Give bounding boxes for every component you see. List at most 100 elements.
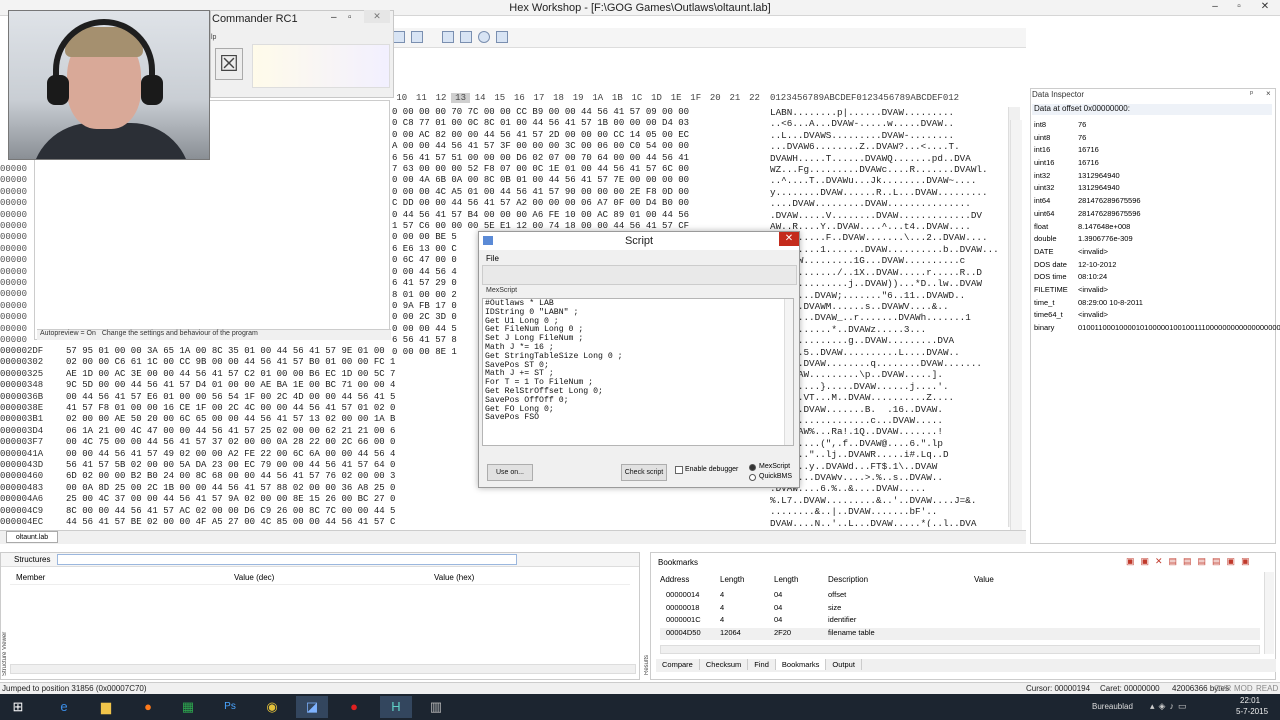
ascii-row[interactable]: ..DVAW.........1G...DVAW..........c [770,255,1006,266]
bookmark-row[interactable]: 00004D50 12064 2F20 filename table [660,627,1260,641]
results-tab[interactable]: Find [748,659,776,670]
hex-row[interactable]: 7 63 00 00 00 52 F8 07 00 0C 1E 01 00 44… [392,164,768,175]
inspector-row[interactable]: uint32 1312964940 [1034,183,1274,196]
inspector-row[interactable]: DOS time 08:10:24 [1034,272,1274,285]
record-icon[interactable]: ● [338,696,370,718]
toolbar-icon[interactable] [393,31,405,43]
inspector-row[interactable]: DOS date 12-10-2012 [1034,260,1274,273]
hex-row[interactable]: 44 56 41 57 BE 02 00 00 4F A5 27 00 4C 8… [66,517,480,526]
bookmark-row[interactable]: 0000001C 4 04 identifier [660,615,1260,628]
hex-row[interactable]: 0 00 00 00 70 7C 00 00 CC B9 00 00 44 56… [392,107,768,118]
hex-row[interactable]: 41 57 F8 01 00 00 16 CE 1F 00 2C 4C 00 0… [66,403,480,414]
ascii-row[interactable]: ....z...DVAW;......."6..11..DVAWD.. [770,290,1006,301]
inspector-row[interactable]: float 8.147648e+008 [1034,222,1274,235]
hex-workshop-task-icon[interactable]: H [380,696,412,718]
ascii-row[interactable]: ..^....T..DVAWu...Jk........DVAW~.... [770,175,1006,186]
hex-row[interactable]: 06 1A 21 00 4C 47 00 00 44 56 41 57 25 0… [66,426,480,437]
ascii-row[interactable]: ......DVAW........q........DVAW....... [770,358,1006,369]
structure-select[interactable] [57,554,517,565]
bookmark-row[interactable]: 00000018 4 04 size [660,603,1260,616]
mexscript-radio[interactable] [749,464,756,471]
inspector-row[interactable]: time64_t <invalid> [1034,310,1274,323]
ascii-row[interactable]: W:e...5..DVAW..........L....DVAW.. [770,347,1006,358]
inspector-row[interactable]: int8 76 [1034,120,1274,133]
column-member[interactable]: Member [16,573,45,582]
ascii-row[interactable]: AW.......}.....DVAW......j....'. [770,381,1006,392]
hex-row[interactable]: 8C 00 00 44 56 41 57 AC 02 00 00 D6 C9 2… [66,506,480,517]
hex-row[interactable]: 0 00 AC 82 00 00 44 56 41 57 2D 00 00 00… [392,130,768,141]
inspector-row[interactable]: time_t 08:29:00 10-8-2011 [1034,298,1274,311]
hex-row[interactable]: 00 00 44 56 41 57 49 02 00 00 A2 FE 22 0… [66,449,480,460]
ascii-row[interactable]: .DVAW......./..1X..DVAW.....r.....R..D [770,267,1006,278]
close-icon[interactable]: × [1266,89,1271,98]
hex-row[interactable]: 57 95 01 00 00 3A 65 1A 00 8C 35 01 00 4… [66,346,480,357]
commander-maximize-button[interactable]: ▫ [348,12,352,23]
hex-row[interactable]: 0 44 56 41 57 B4 00 00 00 A6 FE 10 00 AC… [392,210,768,221]
ascii-row[interactable]: DVAWH.....T......DVAWQ.......pd..DVA [770,153,1006,164]
bm-col-address[interactable]: Address [660,575,689,584]
ascii-row[interactable]: ..Z.#..y..DVAWd...FT$.1\..DVAW [770,461,1006,472]
ascii-row[interactable]: ......DVAWM......s..DVAWV....&.. [770,301,1006,312]
hex-row[interactable]: 00 44 56 41 57 E6 01 00 00 56 54 1F 00 2… [66,392,480,403]
minimize-button[interactable]: – [1204,1,1226,14]
ascii-row[interactable]: ......VT...M..DVAW..........Z.... [770,392,1006,403]
photoshop-icon[interactable]: Ps [214,696,246,718]
inspector-scrollbar[interactable] [1010,120,1022,530]
commander-close-x-icon[interactable]: ☒ [215,48,243,80]
ascii-row[interactable]: WZ...Fg.........DVAWc....R.......DVAWl. [770,164,1006,175]
commander-menu[interactable]: lp [211,34,216,41]
ascii-row[interactable]: y........DVAW......R..L...DVAW......... [770,187,1006,198]
ascii-row[interactable]: .DVAW.....V........DVAW.............DV [770,210,1006,221]
hex-row[interactable]: 00 4C 75 00 00 44 56 41 57 37 02 00 00 0… [66,437,480,448]
ascii-row[interactable]: ........&..|..DVAW.......bF'.. [770,506,1006,517]
enable-debugger-checkbox[interactable] [675,466,683,474]
results-tab[interactable]: Compare [656,659,700,670]
script-close-button[interactable]: ✕ [779,232,799,246]
quickbms-radio[interactable] [749,474,756,481]
ascii-row[interactable]: DVAW7....(",.f..DVAW@....6.".lp [770,438,1006,449]
hex-row[interactable]: 6 56 41 57 51 00 00 00 D6 02 07 00 70 64… [392,153,768,164]
excel-icon[interactable]: ▦ [172,696,204,718]
hex-row[interactable]: 02 00 00 AE 50 20 00 6C 65 00 00 44 56 4… [66,414,480,425]
inspector-row[interactable]: FILETIME <invalid> [1034,285,1274,298]
hex-row[interactable]: 0 00 00 4C A5 01 00 44 56 41 57 90 00 00… [392,187,768,198]
bookmarks-scrollbar[interactable] [1264,572,1274,654]
script-editor-scrollbar[interactable] [784,299,793,445]
bm-col-length[interactable]: Length [720,575,744,584]
ascii-row[interactable]: ..............g..DVAW.........DVA [770,335,1006,346]
ascii-row[interactable]: ..le..DVAW.......B. .16..DVAW. [770,404,1006,415]
bm-col-description[interactable]: Description [828,575,868,584]
ascii-row[interactable]: ........DVAW_..r.......DVAWh.......1 [770,312,1006,323]
inspector-row[interactable]: int16 16716 [1034,145,1274,158]
script-file-menu[interactable]: File [486,254,499,263]
ascii-row[interactable]: %.L7..DVAW.........&..'..DVAW....J=&. [770,495,1006,506]
results-tab[interactable]: Output [826,659,862,670]
tray-icons[interactable]: ▴◈♪▭ [1150,701,1190,712]
ascii-row[interactable]: ...DVAW.........\p..DVAW.....]. [770,369,1006,380]
inspector-row[interactable]: int64 281476289675596 [1034,196,1274,209]
inspector-row[interactable]: DATE <invalid> [1034,247,1274,260]
script-app-task-icon[interactable]: ◪ [296,696,328,718]
maximize-button[interactable]: ▫ [1228,1,1250,14]
inspector-row[interactable]: uint64 281476289675596 [1034,209,1274,222]
hex-row[interactable]: 9C 5D 00 00 44 56 41 57 D4 01 00 00 AE B… [66,380,480,391]
inspector-row[interactable]: uint16 16716 [1034,158,1274,171]
file-explorer-icon[interactable]: ▆ [90,696,122,718]
toolbar-icon[interactable] [411,31,423,43]
hex-row[interactable]: AE 1D 00 AC 3E 00 00 44 56 41 57 C2 01 0… [66,369,480,380]
hex-row[interactable]: 6D 02 00 00 B2 B0 24 00 8C 68 00 00 44 5… [66,471,480,482]
toolbar-icon[interactable] [460,31,472,43]
ascii-row[interactable]: G..DVAW%...Ra!.1Q..DVAW.......! [770,426,1006,437]
bookmark-row[interactable]: 00000014 4 04 offset [660,590,1260,603]
ascii-row[interactable]: ....DVAW.........DVAW............... [770,198,1006,209]
ascii-row[interactable]: ..<6...A...DVAW-.....w.....DVAW.. [770,118,1006,129]
ascii-row[interactable]: .DVAW....6.%..&....DVAW..... [770,483,1006,494]
ascii-row[interactable]: .$..h...DVAWv....>.%..s..DVAW.. [770,472,1006,483]
ascii-row[interactable]: DVAW....N..'..L...DVAW.....*(..l..DVA [770,518,1006,527]
hex-row[interactable]: 0 00 4A 6B 0A 00 8C 0B 01 00 44 56 41 57… [392,175,768,186]
hex-row[interactable]: C DD 00 00 44 56 41 57 A2 00 00 00 06 A7… [392,198,768,209]
toolbar-icon[interactable] [478,31,490,43]
ascii-row[interactable]: ..........F..DVAW.......\...2..DVAW.... [770,232,1006,243]
results-tab[interactable]: Checksum [700,659,749,670]
column-value-dec[interactable]: Value (dec) [234,573,274,582]
